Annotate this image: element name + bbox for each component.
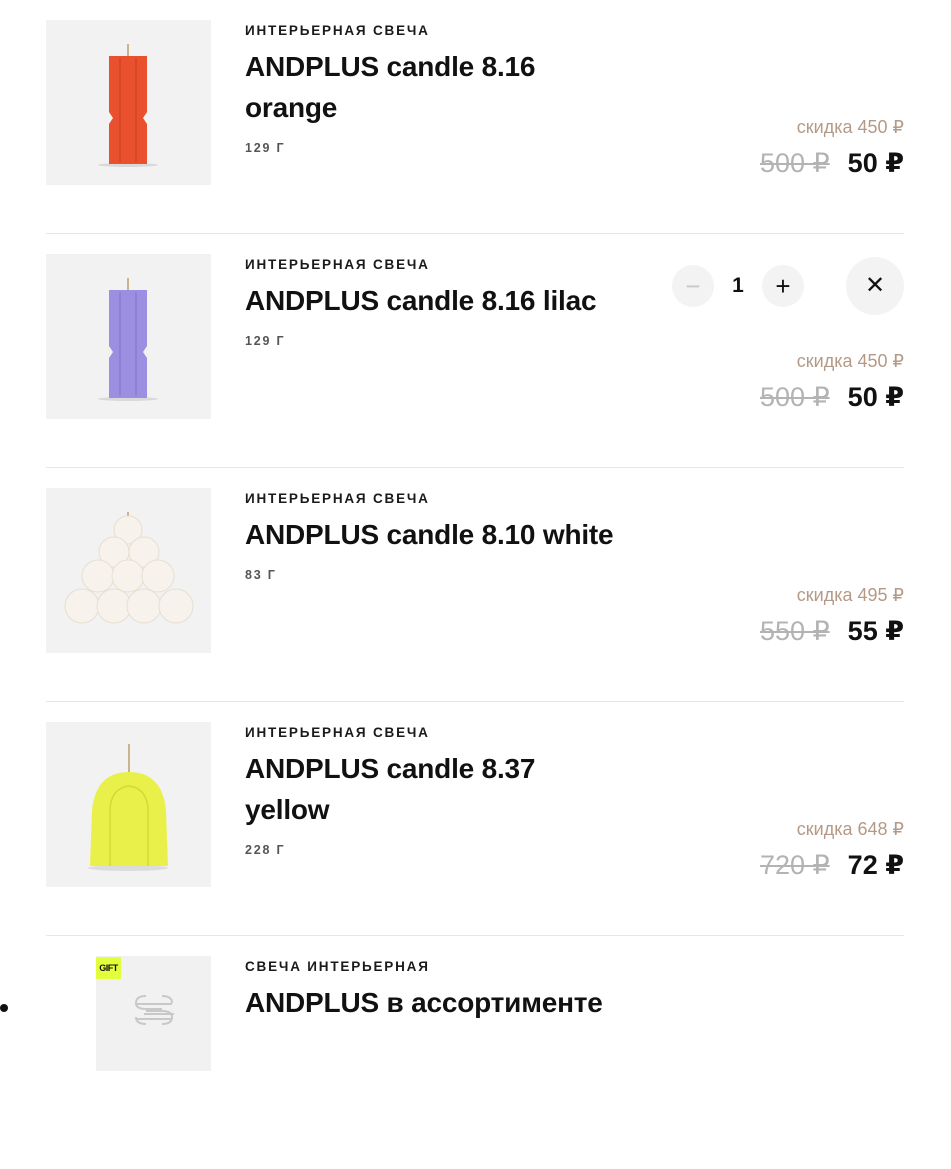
discount-label: скидка 648 ₽ bbox=[796, 819, 904, 839]
lilac-pillar-candle-icon bbox=[98, 278, 158, 401]
product-image-orange-candle[interactable] bbox=[46, 20, 211, 185]
product-title[interactable]: ANDPLUS candle 8.37 yellow bbox=[245, 748, 575, 830]
cart-item: ИНТЕРЬЕРНАЯ СВЕЧА ANDPLUS candle 8.16 li… bbox=[46, 234, 904, 468]
old-price: 550 ₽ bbox=[759, 616, 830, 646]
product-info: ИНТЕРЬЕРНАЯ СВЕЧА ANDPLUS candle 8.10 wh… bbox=[245, 490, 645, 583]
remove-item-button[interactable]: ✕ bbox=[846, 257, 904, 315]
product-category: ИНТЕРЬЕРНАЯ СВЕЧА bbox=[245, 23, 430, 38]
discount-label: скидка 450 ₽ bbox=[796, 117, 904, 137]
product-category: ИНТЕРЬЕРНАЯ СВЕЧА bbox=[245, 257, 430, 272]
cart-item: ИНТЕРЬЕРНАЯ СВЕЧА ANDPLUS candle 8.10 wh… bbox=[46, 468, 904, 702]
gift-image[interactable]: GIFT bbox=[96, 956, 211, 1071]
price-block: скидка 450 ₽ 500 ₽ 50 ₽ bbox=[760, 116, 904, 185]
product-image-white-candle[interactable] bbox=[46, 488, 211, 653]
product-info: ИНТЕРЬЕРНАЯ СВЕЧА ANDPLUS candle 8.37 ye… bbox=[245, 724, 645, 858]
new-price: 50 ₽ bbox=[847, 148, 904, 178]
old-price: 500 ₽ bbox=[759, 148, 830, 178]
product-weight: 228 Г bbox=[245, 843, 286, 857]
product-title[interactable]: ANDPLUS candle 8.16 lilac bbox=[245, 280, 645, 321]
cart-item: ИНТЕРЬЕРНАЯ СВЕЧА ANDPLUS candle 8.16 or… bbox=[46, 0, 904, 234]
product-image-lilac-candle[interactable] bbox=[46, 254, 211, 419]
product-title[interactable]: ANDPLUS в ассортименте bbox=[245, 982, 645, 1023]
product-info: ИНТЕРЬЕРНАЯ СВЕЧА ANDPLUS candle 8.16 or… bbox=[245, 22, 645, 156]
product-category: СВЕЧА ИНТЕРЬЕРНАЯ bbox=[245, 959, 430, 974]
list-bullet bbox=[0, 1004, 8, 1012]
decrease-quantity-button[interactable]: − bbox=[672, 265, 714, 307]
cart-item: ИНТЕРЬЕРНАЯ СВЕЧА ANDPLUS candle 8.37 ye… bbox=[46, 702, 904, 936]
product-weight: 129 Г bbox=[245, 141, 286, 155]
product-info: СВЕЧА ИНТЕРЬЕРНАЯ ANDPLUS в ассортименте bbox=[245, 958, 645, 1023]
product-title[interactable]: ANDPLUS candle 8.10 white bbox=[245, 514, 645, 555]
product-category: ИНТЕРЬЕРНАЯ СВЕЧА bbox=[245, 725, 430, 740]
quantity-controls: − 1 + ✕ bbox=[672, 257, 904, 315]
yellow-arch-candle-icon bbox=[88, 744, 168, 871]
close-icon: ✕ bbox=[864, 272, 886, 299]
gift-item: GIFT СВЕЧА ИНТЕРЬЕРНАЯ ANDPLUS в ассорти… bbox=[46, 936, 904, 1169]
product-weight: 83 Г bbox=[245, 568, 277, 582]
discount-label: скидка 495 ₽ bbox=[796, 585, 904, 605]
old-price: 720 ₽ bbox=[759, 850, 830, 880]
price-block: скидка 495 ₽ 550 ₽ 55 ₽ bbox=[760, 584, 904, 653]
quantity-value: 1 bbox=[732, 274, 744, 297]
cart-list: ИНТЕРЬЕРНАЯ СВЕЧА ANDPLUS candle 8.16 or… bbox=[46, 0, 904, 1169]
gift-badge: GIFT bbox=[96, 957, 121, 979]
product-category: ИНТЕРЬЕРНАЯ СВЕЧА bbox=[245, 491, 430, 506]
plus-icon: + bbox=[775, 271, 791, 301]
new-price: 50 ₽ bbox=[847, 382, 904, 412]
product-title[interactable]: ANDPLUS candle 8.16 orange bbox=[245, 46, 575, 128]
orange-pillar-candle-icon bbox=[98, 44, 158, 167]
new-price: 55 ₽ bbox=[847, 616, 904, 646]
white-sphere-pyramid-candle-icon bbox=[64, 512, 194, 624]
price-block: скидка 450 ₽ 500 ₽ 50 ₽ bbox=[760, 350, 904, 419]
new-price: 72 ₽ bbox=[847, 850, 904, 880]
increase-quantity-button[interactable]: + bbox=[762, 265, 804, 307]
product-image-yellow-candle[interactable] bbox=[46, 722, 211, 887]
product-info: ИНТЕРЬЕРНАЯ СВЕЧА ANDPLUS candle 8.16 li… bbox=[245, 256, 645, 349]
old-price: 500 ₽ bbox=[759, 382, 830, 412]
product-weight: 129 Г bbox=[245, 334, 286, 348]
price-block: скидка 648 ₽ 720 ₽ 72 ₽ bbox=[760, 818, 904, 887]
discount-label: скидка 450 ₽ bbox=[796, 351, 904, 371]
minus-icon: − bbox=[685, 271, 701, 301]
